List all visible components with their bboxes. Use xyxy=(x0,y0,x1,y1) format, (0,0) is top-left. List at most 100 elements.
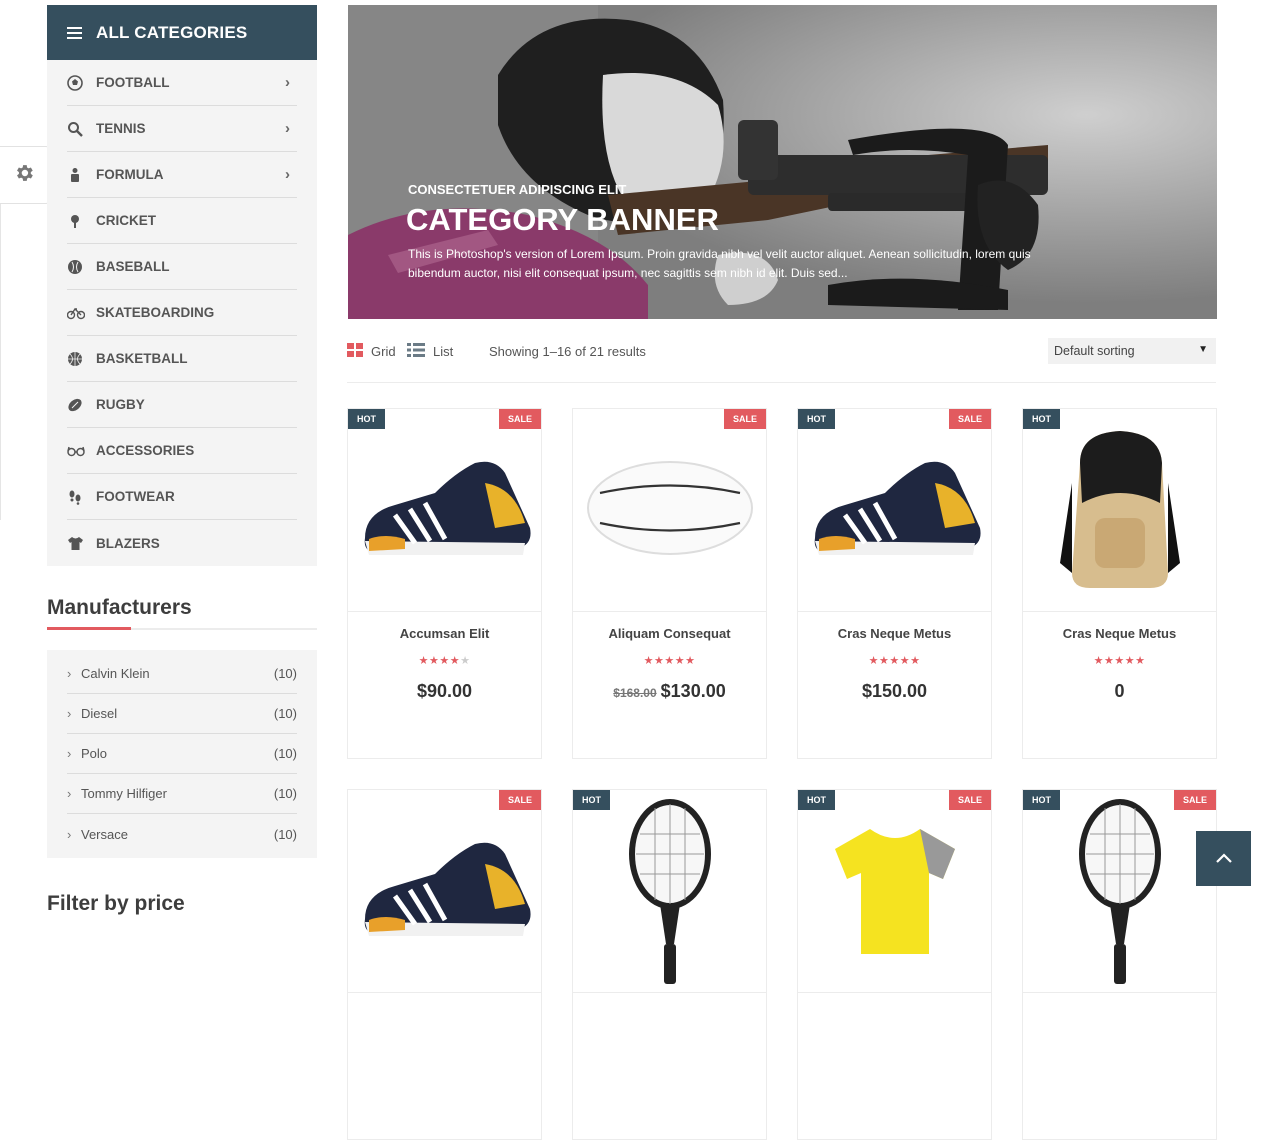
manufacturer-item[interactable]: › Tommy Hilfiger (10) xyxy=(67,774,297,814)
product-price: $150.00 xyxy=(798,681,991,702)
sale-badge: SALE xyxy=(1173,790,1216,810)
star-icon: ★ xyxy=(878,655,890,667)
rugby-icon xyxy=(67,397,96,413)
category-item-skateboarding[interactable]: SKATEBOARDING xyxy=(67,290,297,336)
product-image[interactable] xyxy=(798,790,991,993)
manufacturer-name: Polo xyxy=(81,746,108,761)
product-image[interactable] xyxy=(798,409,991,612)
category-item-rugby[interactable]: RUGBY xyxy=(67,382,297,428)
star-icon: ★ xyxy=(674,655,686,667)
category-item-tennis[interactable]: TENNIS › xyxy=(67,106,297,152)
tshirt-icon xyxy=(825,819,965,964)
category-item-baseball[interactable]: BASEBALL xyxy=(67,244,297,290)
star-icon: ★ xyxy=(664,655,675,667)
product-image[interactable] xyxy=(573,790,766,993)
product-name[interactable]: Cras Neque Metus xyxy=(798,626,991,641)
back-to-top-button[interactable] xyxy=(1196,831,1251,886)
sort-select[interactable]: Default sorting ▼ xyxy=(1048,338,1216,364)
hot-badge: HOT xyxy=(573,790,610,810)
product-card[interactable]: SALE Aliquam Consequat ★★★★★ $168.00 $130.00 xyxy=(572,408,767,759)
category-item-cricket[interactable]: CRICKET xyxy=(67,198,297,244)
product-rating: ★★★★★ xyxy=(798,654,991,667)
product-price: $168.00 $130.00 xyxy=(573,681,766,702)
racket-icon xyxy=(610,794,730,989)
category-item-blazers[interactable]: BLAZERS xyxy=(67,520,297,566)
chevron-right-icon: › xyxy=(67,706,72,721)
star-icon: ★ xyxy=(418,655,429,667)
product-card[interactable]: HOT SALE xyxy=(1022,789,1217,1140)
category-item-accessories[interactable]: ACCESSORIES xyxy=(67,428,297,474)
product-image[interactable] xyxy=(1023,409,1216,612)
product-image[interactable] xyxy=(1023,790,1216,993)
star-icon: ★ xyxy=(439,655,450,667)
product-name[interactable]: Accumsan Elit xyxy=(348,626,541,641)
product-image[interactable] xyxy=(348,409,541,612)
category-item-formula[interactable]: FORMULA › xyxy=(67,152,297,198)
sidebar: ALL CATEGORIES FOOTBALL › TENNIS › FORMULA › C… xyxy=(47,5,317,916)
all-categories-header[interactable]: ALL CATEGORIES xyxy=(47,5,317,60)
result-count: Showing 1–16 of 21 results xyxy=(489,344,646,359)
product-card[interactable]: HOT SALE Cras Neque Metus ★★★★★ $150.00 xyxy=(797,408,992,759)
hot-badge: HOT xyxy=(798,409,835,429)
product-image[interactable] xyxy=(348,790,541,993)
list-icon xyxy=(407,343,425,360)
star-icon: ★ xyxy=(449,655,461,667)
sale-badge: SALE xyxy=(723,409,766,429)
category-label: ACCESSORIES xyxy=(96,443,195,458)
list-view-button[interactable]: List xyxy=(407,343,453,360)
sale-badge: SALE xyxy=(948,409,991,429)
product-card[interactable]: HOT SALE xyxy=(797,789,992,1140)
baseball-icon xyxy=(67,259,96,275)
current-price: 0 xyxy=(1114,681,1125,701)
manufacturer-count: (10) xyxy=(273,706,297,721)
bicycle-icon xyxy=(67,306,96,320)
banner-subtitle: CONSECTETUER ADIPISCING ELIT xyxy=(408,182,627,197)
manufacturer-item[interactable]: › Versace (10) xyxy=(67,814,297,854)
sale-badge: SALE xyxy=(948,790,991,810)
category-label: BASKETBALL xyxy=(96,351,188,366)
chevron-right-icon: › xyxy=(285,74,290,91)
manufacturer-item[interactable]: › Calvin Klein (10) xyxy=(67,654,297,694)
category-label: BASEBALL xyxy=(96,259,170,274)
product-card[interactable]: HOT Cras Neque Metus ★★★★★ 0 xyxy=(1022,408,1217,759)
category-label: FOOTBALL xyxy=(96,75,170,90)
basketball-icon xyxy=(67,351,96,367)
category-item-footwear[interactable]: FOOTWEAR xyxy=(67,474,297,520)
settings-toggle[interactable] xyxy=(0,146,50,204)
category-label: BLAZERS xyxy=(96,535,160,551)
product-name[interactable]: Cras Neque Metus xyxy=(1023,626,1216,641)
category-item-basketball[interactable]: BASKETBALL xyxy=(67,336,297,382)
dropdown-arrow-icon: ▼ xyxy=(1198,344,1208,355)
sale-badge: SALE xyxy=(498,409,541,429)
product-card[interactable]: HOT xyxy=(572,789,767,1140)
sneaker-icon xyxy=(355,443,535,578)
sale-badge: SALE xyxy=(498,790,541,810)
star-icon: ★ xyxy=(643,655,654,667)
product-card[interactable]: SALE xyxy=(347,789,542,1140)
category-item-football[interactable]: FOOTBALL › xyxy=(67,60,297,106)
product-rating: ★★★★★ xyxy=(573,654,766,667)
manufacturer-count: (10) xyxy=(273,746,297,761)
manufacturer-item[interactable]: › Diesel (10) xyxy=(67,694,297,734)
grid-view-button[interactable]: Grid xyxy=(347,343,396,360)
manufacturer-count: (10) xyxy=(273,826,297,842)
hot-badge: HOT xyxy=(1023,409,1060,429)
racket-icon xyxy=(1060,794,1180,989)
chevron-right-icon: › xyxy=(67,826,72,842)
manufacturer-item[interactable]: › Polo (10) xyxy=(67,734,297,774)
manufacturers-title: Manufacturers xyxy=(47,596,317,630)
product-card[interactable]: HOT SALE Accumsan Elit ★★★★★ $90.00 xyxy=(347,408,542,759)
category-label: FOOTWEAR xyxy=(96,489,175,504)
product-name[interactable]: Aliquam Consequat xyxy=(573,626,766,641)
star-icon: ★ xyxy=(685,655,696,667)
old-price: $168.00 xyxy=(613,686,657,700)
chevron-right-icon: › xyxy=(67,666,72,681)
chevron-up-icon xyxy=(1215,850,1232,868)
shirt-icon xyxy=(67,536,96,551)
tennis-icon xyxy=(67,121,96,137)
hot-badge: HOT xyxy=(798,790,835,810)
category-label: CRICKET xyxy=(96,213,156,228)
product-image[interactable] xyxy=(573,409,766,612)
star-icon: ★ xyxy=(910,655,921,667)
sneaker-icon xyxy=(355,824,535,959)
